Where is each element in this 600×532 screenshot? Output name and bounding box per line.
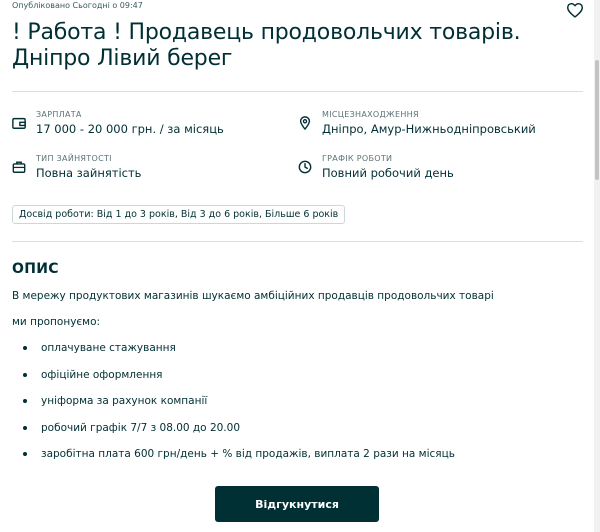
list-item: оплачуване стажування <box>22 340 455 367</box>
divider-top <box>12 91 583 92</box>
clock-icon <box>298 160 312 174</box>
briefcase-icon <box>12 161 26 173</box>
list-item: робочий графік 7/7 з 08.00 до 20.00 <box>22 420 455 447</box>
heart-icon[interactable] <box>566 2 584 18</box>
location-label: МІСЦЕЗНАХОДЖЕННЯ <box>322 110 419 119</box>
description-text: В мережу продуктових магазинів шукаємо а… <box>12 290 494 302</box>
wallet-icon <box>12 117 26 129</box>
job-title-line2: Дніпро Лівий берег <box>12 46 233 71</box>
list-item: офіційне оформлення <box>22 367 455 394</box>
employment-value: Повна зайнятість <box>36 166 142 180</box>
location-value: Дніпро, Амур-Нижньодніпровський <box>322 122 536 136</box>
description-title: ОПИС <box>12 261 59 277</box>
divider-middle <box>12 241 583 242</box>
location-pin-icon <box>299 116 311 130</box>
scrollbar-thumb[interactable] <box>595 60 599 180</box>
employment-label: ТИП ЗАЙНЯТОСТІ <box>36 154 112 163</box>
job-title: ! Работа ! Продавець продовольчих товарі… <box>12 20 572 72</box>
experience-tag: Досвід роботи: Від 1 до 3 років, Від 3 д… <box>12 205 346 224</box>
job-title-line1: ! Работа ! Продавець продовольчих товарі… <box>12 20 521 45</box>
apply-button[interactable]: Відгукнутися <box>215 486 379 522</box>
salary-label: ЗАРПЛАТА <box>36 110 82 119</box>
salary-value: 17 000 - 20 000 грн. / за місяць <box>36 122 224 136</box>
list-item: заробітна плата 600 грн/день + % від про… <box>22 446 455 473</box>
schedule-label: ГРАФІК РОБОТИ <box>322 154 393 163</box>
published-date: Опубліковано Сьогодні о 09:47 <box>12 1 143 10</box>
description-offer-heading: ми пропонуємо: <box>12 316 101 328</box>
list-item: уніформа за рахунок компанії <box>22 393 455 420</box>
schedule-value: Повний робочий день <box>322 166 454 180</box>
benefits-list: оплачуване стажування офіційне оформленн… <box>22 340 455 473</box>
